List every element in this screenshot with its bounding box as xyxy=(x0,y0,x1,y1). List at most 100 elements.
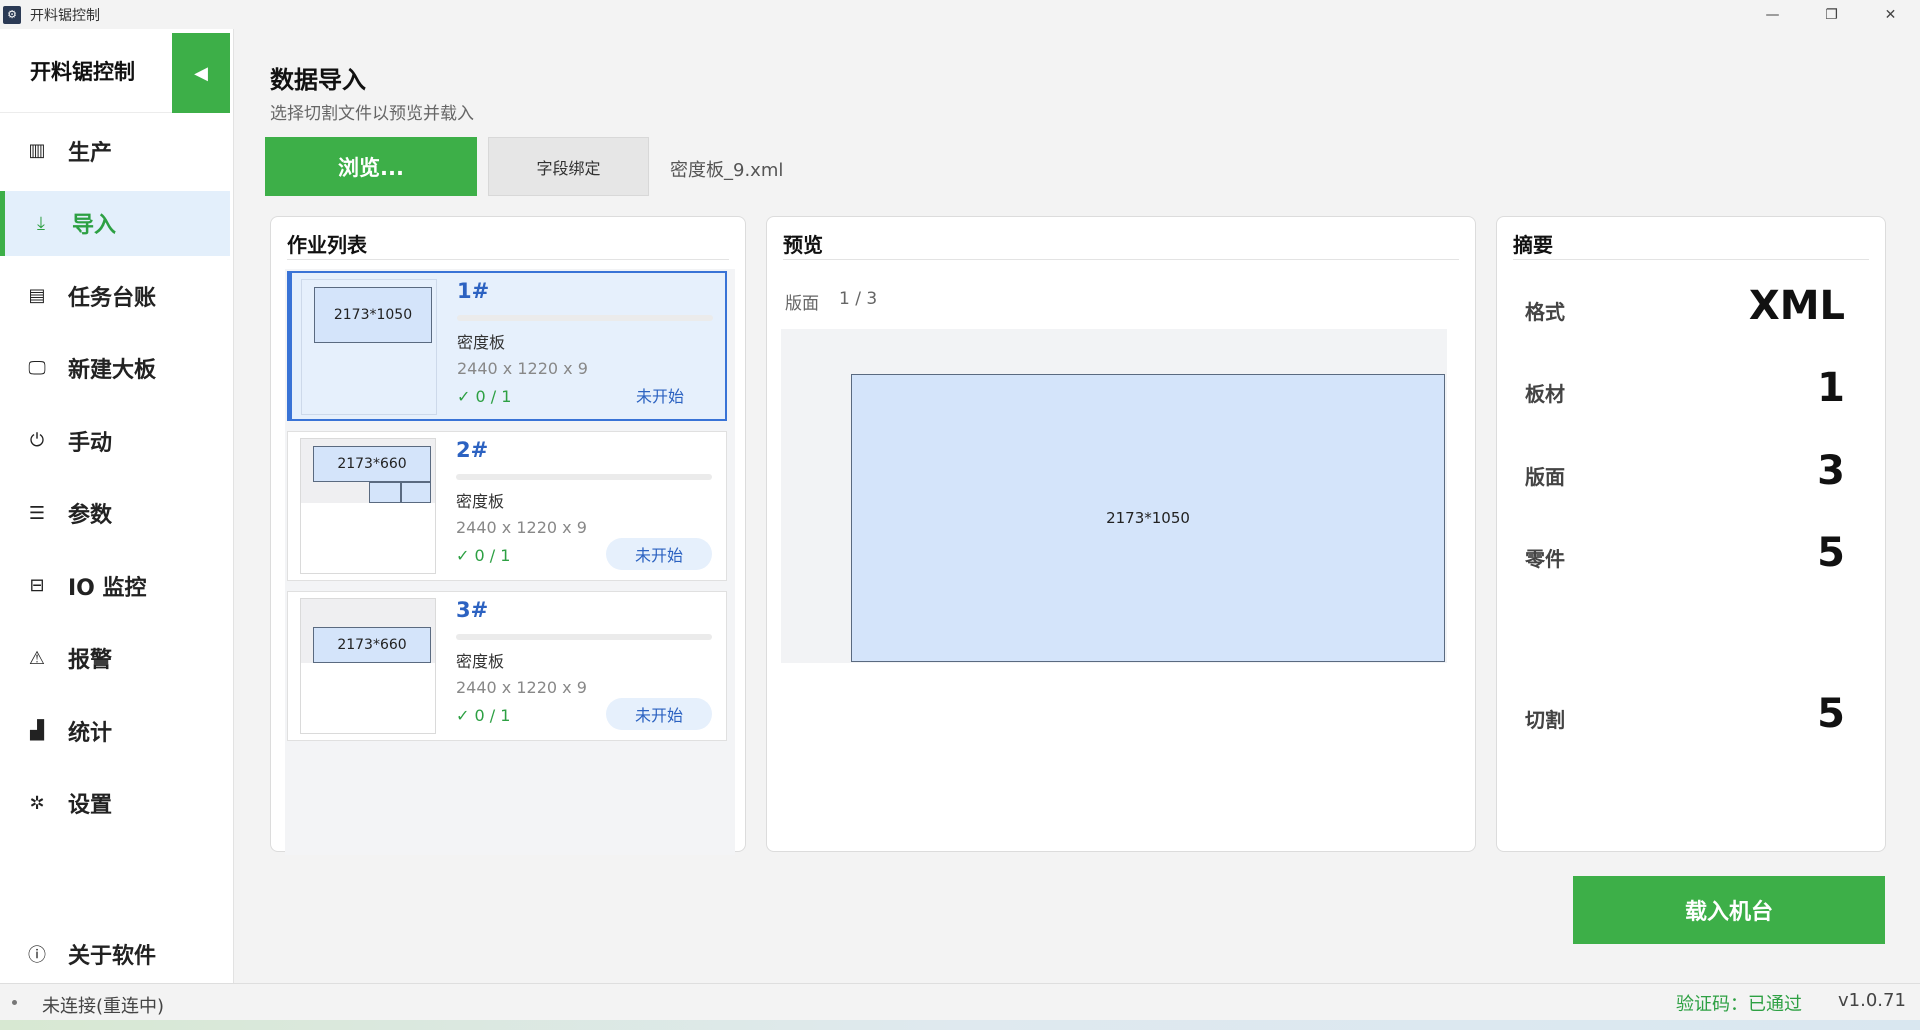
divider xyxy=(783,259,1459,260)
summary-faces-label: 版面 xyxy=(1525,465,1565,489)
thumbnail-part-small xyxy=(401,482,431,503)
sidebar-item-label: 参数 xyxy=(68,503,113,528)
app-logo-icon: ⚙ xyxy=(3,5,21,24)
job-card[interactable]: 2173*660 3# 密度板 2440 x 1220 x 9 ✓ 0 / 1 … xyxy=(287,591,727,741)
sheet-preview-canvas[interactable]: 2173*1050 xyxy=(781,329,1447,663)
face-label: 版面 xyxy=(785,294,819,314)
job-count: ✓ 0 / 1 xyxy=(456,706,511,725)
browse-button[interactable]: 浏览... xyxy=(265,137,477,196)
job-dimensions: 2440 x 1220 x 9 xyxy=(456,518,587,537)
power-icon: ⏻ xyxy=(29,430,45,451)
restore-button[interactable]: ❐ xyxy=(1802,0,1861,29)
sidebar-item-alarms[interactable]: ⚠ 报警 xyxy=(0,626,232,691)
caret-left-icon: ◀ xyxy=(194,62,208,84)
job-list-title: 作业列表 xyxy=(287,233,367,257)
job-dimensions: 2440 x 1220 x 9 xyxy=(456,678,587,697)
download-icon: ⤓ xyxy=(37,212,45,234)
window-title: 开料锯控制 xyxy=(30,7,100,24)
ledger-icon: ▤ xyxy=(28,285,46,306)
job-thumbnail: 2173*660 xyxy=(300,598,436,734)
sidebar-item-label: 任务台账 xyxy=(68,285,157,311)
monitor-icon: 🖵 xyxy=(28,357,46,379)
page-subtitle: 选择切割文件以预览并载入 xyxy=(270,104,474,124)
job-material: 密度板 xyxy=(456,652,505,671)
sidebar-item-settings[interactable]: ✲ 设置 xyxy=(0,771,232,836)
sidebar: 开料锯控制 ◀ ▥ 生产 ⤓ 导入 ▤ 任务台账 🖵 新建大板 ⏻ 手动 ☰ 参… xyxy=(0,29,234,983)
divider xyxy=(1513,259,1869,260)
summary-faces-value: 3 xyxy=(1817,448,1845,494)
sidebar-item-statistics[interactable]: ▟ 统计 xyxy=(0,698,232,763)
summary-title: 摘要 xyxy=(1513,233,1553,257)
thumbnail-part: 2173*660 xyxy=(313,446,431,482)
minimize-button[interactable]: — xyxy=(1743,0,1802,29)
sidebar-nav: ▥ 生产 ⤓ 导入 ▤ 任务台账 🖵 新建大板 ⏻ 手动 ☰ 参数 ⊟ IO 监… xyxy=(0,118,232,843)
sidebar-item-io-monitor[interactable]: ⊟ IO 监控 xyxy=(0,553,232,618)
sidebar-item-label: 统计 xyxy=(68,720,113,746)
summary-format-label: 格式 xyxy=(1525,300,1565,324)
verification-status: 验证码：已通过 xyxy=(1676,994,1802,1015)
sidebar-item-new-board[interactable]: 🖵 新建大板 xyxy=(0,336,232,401)
job-progress-bar xyxy=(456,474,712,480)
page-title: 数据导入 xyxy=(270,66,366,94)
app-version: v1.0.71 xyxy=(1838,990,1906,1011)
sidebar-item-label: IO 监控 xyxy=(68,575,147,601)
sidebar-item-import[interactable]: ⤓ 导入 xyxy=(0,190,230,256)
job-material: 密度板 xyxy=(456,492,505,511)
sidebar-item-label: 关于软件 xyxy=(68,944,157,969)
field-binding-button[interactable]: 字段绑定 xyxy=(488,137,649,196)
chip-icon: ⊟ xyxy=(29,575,45,596)
sidebar-item-parameters[interactable]: ☰ 参数 xyxy=(0,481,232,546)
summary-parts-label: 零件 xyxy=(1525,547,1565,571)
sheet-part[interactable]: 2173*1050 xyxy=(851,374,1445,662)
job-dimensions: 2440 x 1220 x 9 xyxy=(457,359,588,378)
job-status-badge: 未开始 xyxy=(606,538,712,570)
load-machine-button[interactable]: 载入机台 xyxy=(1573,876,1885,944)
summary-cuts-label: 切割 xyxy=(1525,708,1565,732)
bar-chart-icon: ▟ xyxy=(30,720,44,741)
sidebar-item-label: 手动 xyxy=(68,430,113,456)
job-thumbnail: 2173*660 xyxy=(300,438,436,574)
job-progress-bar xyxy=(457,315,713,321)
job-number: 3# xyxy=(456,598,489,622)
job-number: 1# xyxy=(457,279,490,303)
thumbnail-part: 2173*660 xyxy=(313,627,431,663)
job-material: 密度板 xyxy=(457,333,506,352)
summary-parts-value: 5 xyxy=(1817,530,1845,576)
collapse-sidebar-button[interactable]: ◀ xyxy=(172,33,230,113)
face-page-indicator: 1 / 3 xyxy=(839,289,878,309)
sidebar-item-label: 新建大板 xyxy=(68,358,157,383)
connection-status: 未连接(重连中) xyxy=(42,996,165,1017)
divider xyxy=(287,259,729,260)
gear-icon: ✲ xyxy=(29,792,45,814)
sidebar-item-about[interactable]: ⓘ 关于软件 xyxy=(0,934,232,974)
window-titlebar: ⚙ 开料锯控制 — ❐ ✕ xyxy=(0,0,1920,29)
job-list-panel: 作业列表 2173*1050 1# 密度板 2440 x 1220 x 9 ✓ … xyxy=(270,216,746,855)
job-card[interactable]: 2173*660 2# 密度板 2440 x 1220 x 9 ✓ 0 / 1 … xyxy=(287,431,727,581)
sidebar-item-production[interactable]: ▥ 生产 xyxy=(0,118,232,183)
taskbar-edge xyxy=(0,1020,1920,1030)
job-count: ✓ 0 / 1 xyxy=(457,387,512,406)
job-card[interactable]: 2173*1050 1# 密度板 2440 x 1220 x 9 ✓ 0 / 1… xyxy=(287,271,727,421)
sidebar-item-manual[interactable]: ⏻ 手动 xyxy=(0,408,232,473)
job-thumbnail: 2173*1050 xyxy=(301,279,437,415)
thumbnail-part-small xyxy=(369,482,401,503)
sidebar-item-label: 导入 xyxy=(72,213,117,238)
selected-file-name: 密度板_9.xml xyxy=(670,160,784,181)
sidebar-item-task-ledger[interactable]: ▤ 任务台账 xyxy=(0,263,232,328)
thumbnail-part: 2173*1050 xyxy=(314,287,432,343)
sliders-icon: ☰ xyxy=(28,502,46,524)
window-controls: — ❐ ✕ xyxy=(1743,0,1920,29)
sidebar-item-label: 设置 xyxy=(68,793,113,818)
job-list: 2173*1050 1# 密度板 2440 x 1220 x 9 ✓ 0 / 1… xyxy=(285,269,735,855)
summary-cuts-value: 5 xyxy=(1817,691,1845,737)
job-progress-bar xyxy=(456,634,712,640)
close-button[interactable]: ✕ xyxy=(1861,0,1920,29)
info-icon: ⓘ xyxy=(28,945,46,966)
job-status-badge: 未开始 xyxy=(635,387,684,406)
brand-title: 开料锯控制 xyxy=(0,29,172,113)
summary-boards-value: 1 xyxy=(1817,365,1845,411)
summary-boards-label: 板材 xyxy=(1525,382,1565,406)
preview-panel: 预览 版面 1 / 3 2173*1050 xyxy=(766,216,1476,852)
columns-icon: ▥ xyxy=(28,140,46,161)
warning-icon: ⚠ xyxy=(28,647,46,669)
